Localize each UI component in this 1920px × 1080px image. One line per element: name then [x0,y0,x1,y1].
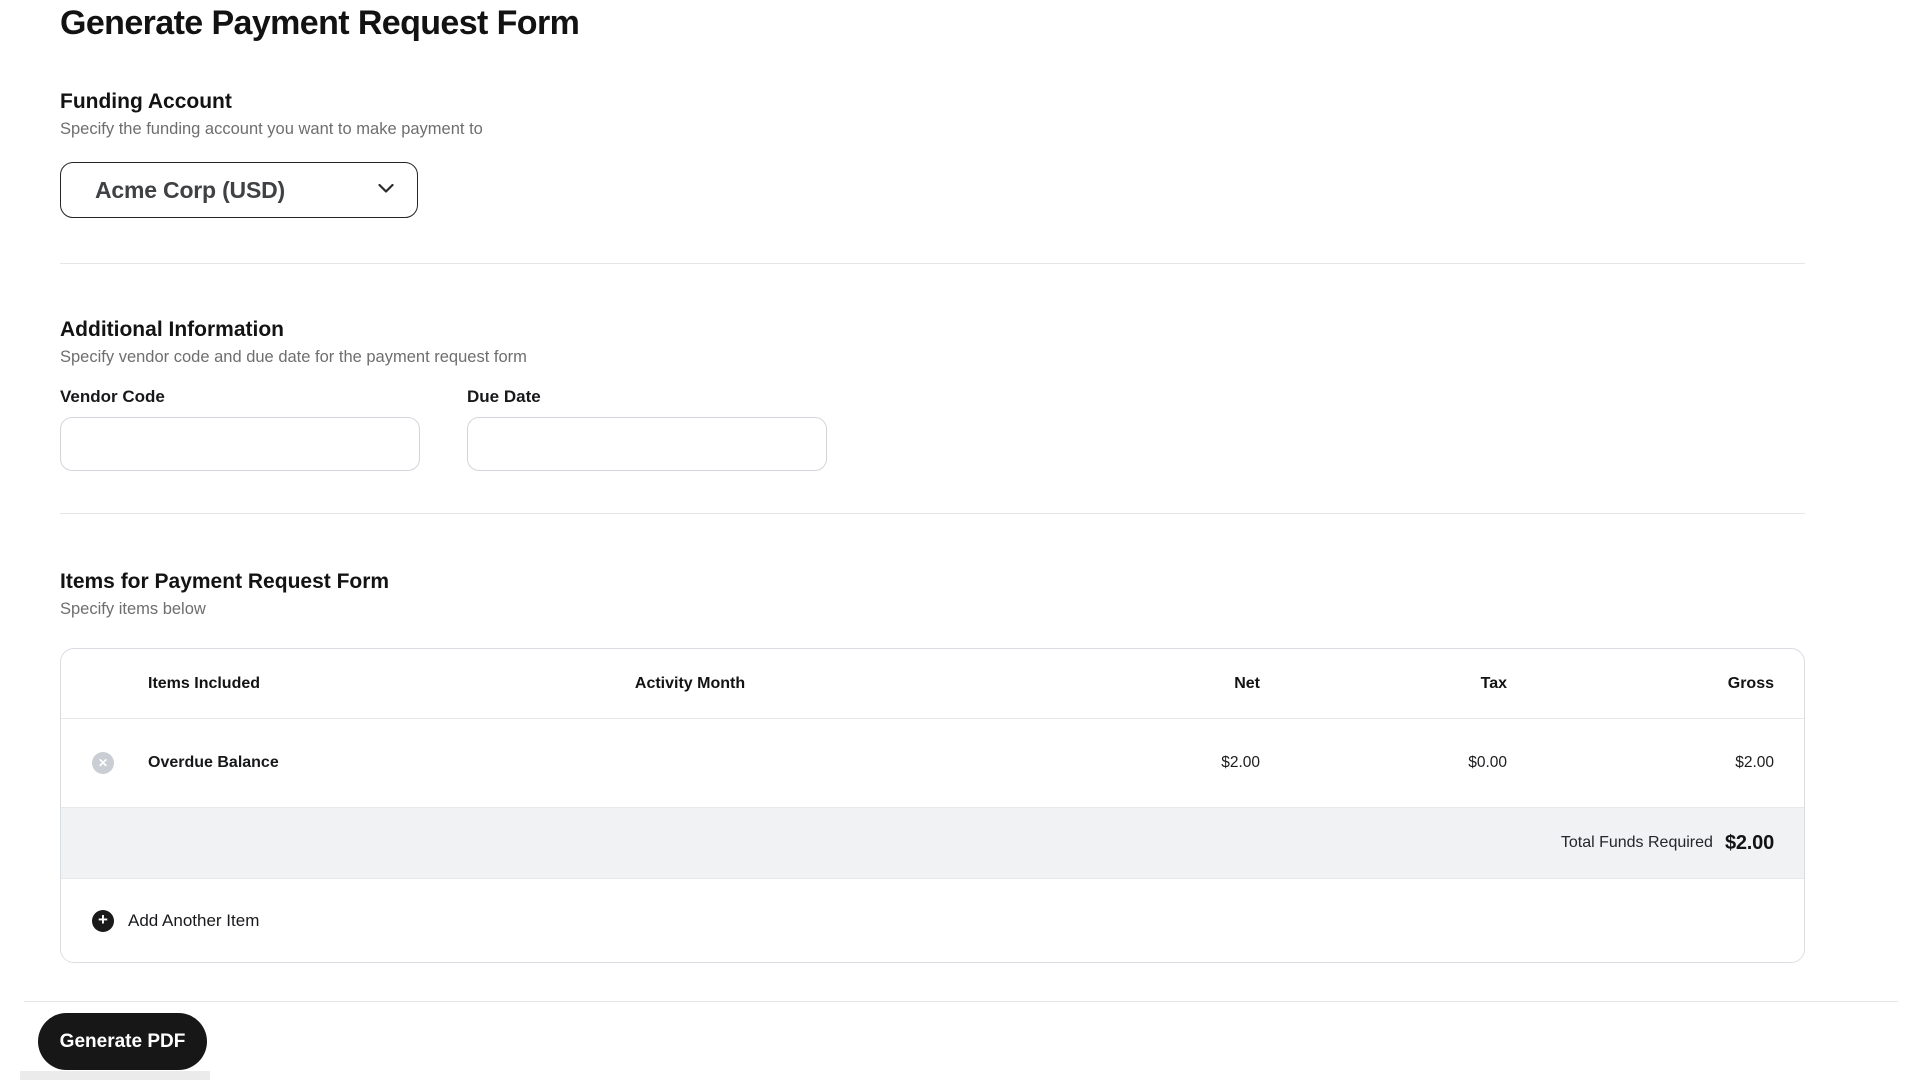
remove-x-icon[interactable]: ✕ [92,752,114,774]
remove-item-cell: ✕ [61,752,145,774]
item-name: Overdue Balance [145,754,505,772]
due-date-label: Due Date [467,386,827,407]
funding-account-subtitle: Specify the funding account you want to … [60,118,483,141]
payment-request-page: Generate Payment Request Form Funding Ac… [0,0,1920,1080]
plus-glyph: + [98,911,108,928]
x-glyph: ✕ [98,757,108,769]
items-table-card: Items Included Activity Month Net Tax Gr… [60,648,1805,963]
column-header-net: Net [875,675,1260,693]
items-table-header-row: Items Included Activity Month Net Tax Gr… [61,649,1804,718]
section-divider [60,513,1805,514]
items-section: Items for Payment Request Form Specify i… [60,568,389,621]
additional-information-subtitle: Specify vendor code and due date for the… [60,346,827,369]
total-funds-value: $2.00 [1725,832,1774,855]
item-gross-value: $2.00 [1507,754,1774,772]
page-title: Generate Payment Request Form [60,0,579,46]
funding-account-selected-value: Acme Corp (USD) [95,177,285,204]
chevron-down-icon [375,177,397,204]
vendor-code-input[interactable] [60,417,420,471]
vendor-code-field-group: Vendor Code [60,386,420,471]
items-heading: Items for Payment Request Form [60,568,389,595]
section-divider [60,263,1805,264]
item-net-value: $2.00 [875,754,1260,772]
items-subtitle: Specify items below [60,598,389,621]
plus-icon: + [92,910,114,932]
funding-account-heading: Funding Account [60,88,483,115]
column-header-tax: Tax [1260,675,1507,693]
additional-information-heading: Additional Information [60,316,827,343]
additional-information-section: Additional Information Specify vendor co… [60,316,827,471]
footer-divider [24,1001,1898,1002]
item-tax-value: $0.00 [1260,754,1507,772]
table-row: ✕ Overdue Balance $2.00 $0.00 $2.00 [61,718,1804,807]
generate-pdf-button[interactable]: Generate PDF [38,1013,207,1070]
due-date-input[interactable] [467,417,827,471]
total-funds-row: Total Funds Required $2.00 [61,807,1804,878]
column-header-items-included: Items Included [145,675,505,693]
additional-fields-row: Vendor Code Due Date [60,386,827,471]
due-date-field-group: Due Date [467,386,827,471]
column-header-gross: Gross [1507,675,1774,693]
bottom-edge-artifact [20,1071,210,1080]
add-another-item-label: Add Another Item [128,911,259,931]
funding-account-select[interactable]: Acme Corp (USD) [60,162,418,218]
funding-account-section: Funding Account Specify the funding acco… [60,88,483,141]
column-header-activity-month: Activity Month [505,675,875,693]
total-funds-label: Total Funds Required [1561,834,1713,852]
vendor-code-label: Vendor Code [60,386,420,407]
add-another-item-button[interactable]: + Add Another Item [61,878,1804,962]
